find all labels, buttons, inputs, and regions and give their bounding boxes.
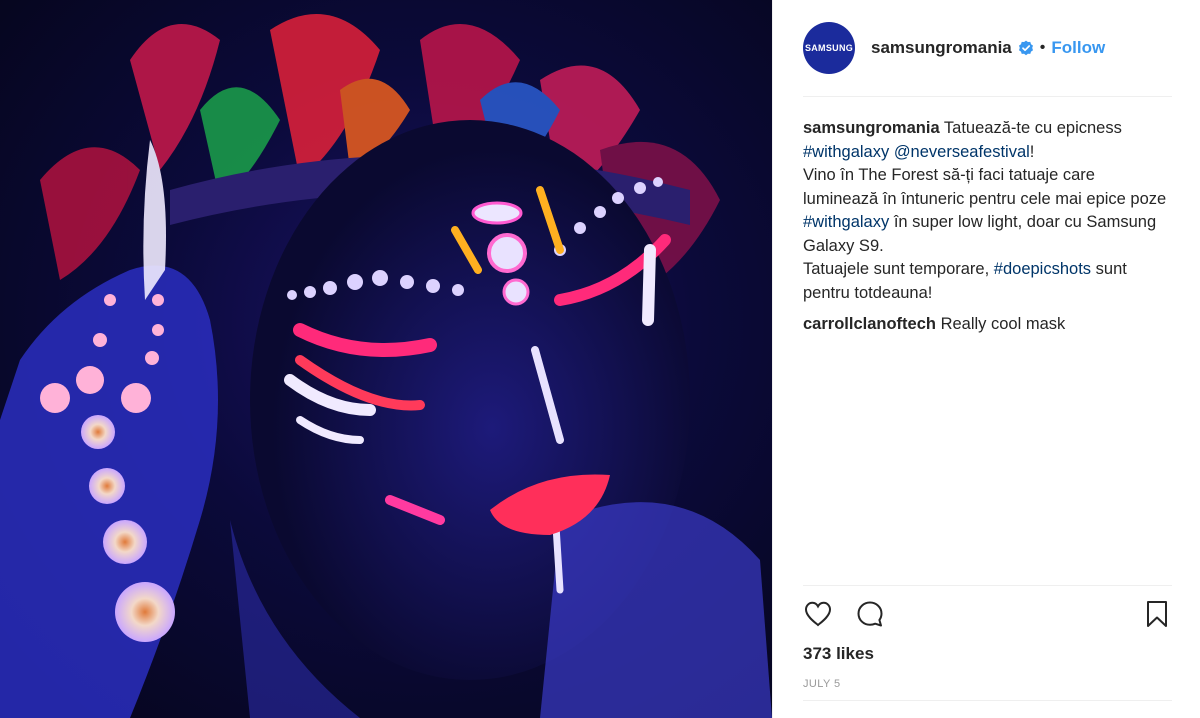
comment-text: Really cool mask — [940, 315, 1066, 333]
mention-link[interactable]: @neverseafestival — [894, 143, 1030, 161]
caption: samsungromania Tatuează-te cu epicness #… — [803, 117, 1172, 305]
hashtag-link[interactable]: #doepicshots — [994, 260, 1091, 278]
action-bar — [803, 586, 1172, 642]
caption-username[interactable]: samsungromania — [803, 119, 940, 137]
uv-face-paint-photo — [0, 14, 772, 718]
post-image[interactable] — [0, 0, 772, 718]
avatar-logo-text: SAMSUNG — [804, 43, 854, 53]
post-actions-section: 373 likes JULY 5 — [803, 585, 1172, 690]
caption-text: Tatuează-te cu epicness — [943, 119, 1122, 137]
post-date[interactable]: JULY 5 — [803, 678, 1172, 690]
comment-username[interactable]: carrollclanoftech — [803, 315, 936, 333]
comment-item: carrollclanoftech Really cool mask — [803, 313, 1172, 337]
follow-button[interactable]: Follow — [1051, 38, 1105, 58]
caption-text: Vino în The Forest să-ți faci tatuaje ca… — [803, 166, 1167, 208]
instagram-post: SAMSUNG samsungromania • Follow samsungr… — [0, 0, 1200, 718]
caption-text: Tatuajele sunt temporare, — [803, 260, 990, 278]
verified-badge-icon — [1018, 40, 1034, 56]
caption-text: ! — [1029, 142, 1035, 161]
hashtag-link[interactable]: #withgalaxy — [803, 143, 889, 161]
heart-icon[interactable] — [803, 599, 833, 629]
separator-dot: • — [1039, 39, 1046, 56]
post-details-panel: SAMSUNG samsungromania • Follow samsungr… — [772, 0, 1200, 718]
comments-section: samsungromania Tatuează-te cu epicness #… — [803, 117, 1172, 337]
bookmark-icon[interactable] — [1142, 599, 1172, 629]
post-header: SAMSUNG samsungromania • Follow — [803, 0, 1172, 97]
avatar[interactable]: SAMSUNG — [803, 22, 855, 74]
divider — [803, 700, 1172, 701]
author-username[interactable]: samsungromania — [871, 38, 1012, 58]
likes-count[interactable]: 373 likes — [803, 644, 1172, 664]
hashtag-link[interactable]: #withgalaxy — [803, 213, 889, 231]
comment-bubble-icon[interactable] — [855, 599, 885, 629]
